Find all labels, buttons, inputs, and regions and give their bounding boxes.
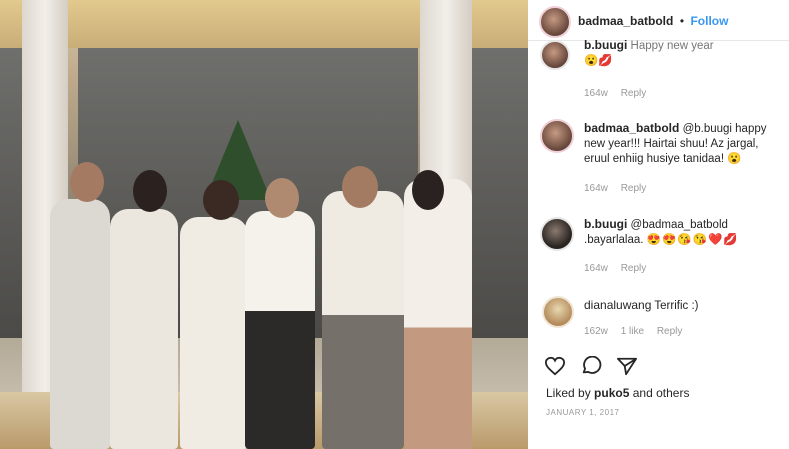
comment-item: b.buugi @badmaa_batbold .bayarlalaa. 😍😍😘… (538, 215, 783, 279)
comment-emoji: 😍😍😘😘❤️💋 (646, 234, 739, 246)
share-icon[interactable] (616, 356, 638, 376)
liked-by: Liked by puko5 and others (546, 386, 689, 400)
commenter-avatar[interactable] (542, 296, 574, 328)
commenter-username[interactable]: dianaluwang (584, 298, 651, 312)
person-2 (110, 209, 178, 449)
person-6-head (412, 170, 444, 210)
liked-username[interactable]: puko5 (594, 386, 629, 400)
person-2-head (133, 170, 167, 212)
liked-others[interactable]: and others (633, 386, 690, 400)
comment-time: 164w (584, 263, 608, 274)
person-3-head (203, 180, 239, 220)
commenter-username[interactable]: badmaa_batbold (584, 121, 679, 135)
person-3 (180, 217, 248, 449)
comment-time: 162w (584, 326, 608, 337)
person-1 (50, 199, 110, 449)
comment-meta: 162w 1 like Reply (584, 326, 692, 337)
post-photo[interactable] (0, 0, 528, 449)
post-date: JANUARY 1, 2017 (546, 408, 620, 417)
comment-item: badmaa_batbold @b.buugi happy new year!!… (538, 117, 783, 197)
comment-icon[interactable] (580, 356, 602, 376)
separator-dot: • (679, 14, 685, 28)
commenter-username[interactable]: b.buugi (584, 38, 627, 52)
comment-meta: 164w Reply (584, 88, 656, 99)
person-6 (404, 179, 472, 449)
commenter-username[interactable]: b.buugi (584, 217, 627, 231)
reply-button[interactable]: Reply (621, 263, 647, 274)
post-sidebar: badmaa_batbold • Follow b.buugi Happy ne… (528, 0, 789, 449)
author-username[interactable]: badmaa_batbold (578, 14, 673, 28)
photo-window-right (470, 48, 528, 338)
commenter-avatar[interactable] (540, 217, 574, 251)
comment-meta: 164w Reply (584, 183, 656, 194)
reply-button[interactable]: Reply (657, 326, 683, 337)
comment-item: b.buugi Happy new year 😮💋 164w Reply (538, 38, 783, 102)
liked-prefix: Liked by (546, 386, 591, 400)
commenter-avatar[interactable] (540, 119, 574, 153)
person-4 (245, 211, 315, 449)
comment-emoji: 😮💋 (584, 55, 613, 67)
person-5-head (342, 166, 378, 208)
person-1-head (70, 162, 104, 202)
commenter-avatar[interactable] (540, 40, 570, 70)
comment-body: Happy new year (630, 40, 714, 52)
comment-emoji: 😮 (727, 153, 742, 165)
reply-button[interactable]: Reply (621, 183, 647, 194)
comment-time: 164w (584, 88, 608, 99)
person-5 (322, 191, 404, 449)
follow-button[interactable]: Follow (690, 14, 728, 28)
comment-likes[interactable]: 1 like (621, 326, 644, 337)
comment-body: Terrific :) (654, 300, 699, 312)
comment-meta: 164w Reply (584, 263, 656, 274)
comment-text: badmaa_batbold @b.buugi happy new year!!… (584, 121, 784, 167)
comment-item: dianaluwang Terrific :) 162w 1 like Repl… (538, 294, 783, 344)
comment-text: b.buugi @badmaa_batbold .bayarlalaa. 😍😍😘… (584, 217, 784, 248)
author-avatar[interactable] (539, 6, 571, 38)
comment-text: b.buugi Happy new year (584, 38, 714, 54)
person-4-head (265, 178, 299, 218)
comment-text: dianaluwang Terrific :) (584, 298, 698, 314)
comment-time: 164w (584, 183, 608, 194)
reply-button[interactable]: Reply (621, 88, 647, 99)
heart-icon[interactable] (544, 356, 566, 376)
post-header: badmaa_batbold • Follow (528, 0, 789, 41)
